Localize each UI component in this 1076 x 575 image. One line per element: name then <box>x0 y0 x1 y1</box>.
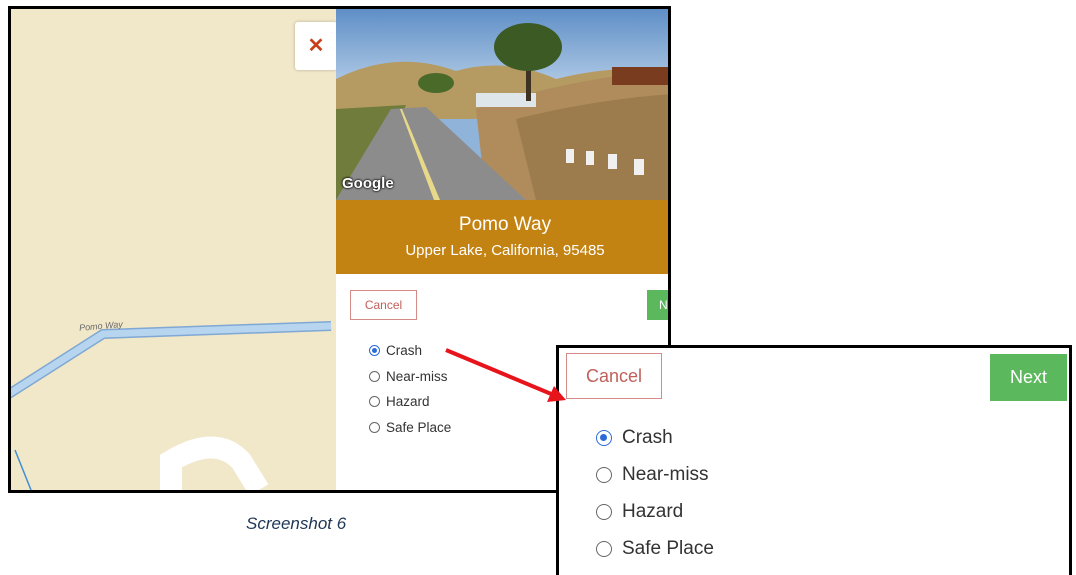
radio-icon[interactable] <box>369 396 380 408</box>
option-safe-place[interactable]: Safe Place <box>369 415 451 441</box>
option-label: Hazard <box>622 500 684 522</box>
map-canvas <box>11 9 336 490</box>
cancel-button[interactable]: Cancel <box>350 290 417 320</box>
zoom-cancel-button[interactable]: Cancel <box>566 353 662 399</box>
option-near-miss[interactable]: Near-miss <box>369 364 451 390</box>
location-city: Upper Lake, California, 95485 <box>405 242 605 259</box>
location-street: Pomo Way <box>458 214 552 235</box>
zoom-next-button[interactable]: Next <box>990 354 1067 401</box>
street-view-image[interactable]: Google <box>336 9 668 200</box>
report-type-options: Crash Near-miss Hazard Safe Place <box>369 338 451 440</box>
zoom-option-crash[interactable]: Crash <box>596 419 714 456</box>
option-label: Near-miss <box>622 463 709 485</box>
zoom-inset: Cancel Next Crash Near-miss Hazard Safe … <box>556 345 1072 575</box>
radio-icon[interactable] <box>596 503 612 520</box>
radio-icon[interactable] <box>596 466 612 483</box>
street-view-scene <box>336 9 668 200</box>
zoom-option-safe-place[interactable]: Safe Place <box>596 530 714 567</box>
close-icon: ✕ <box>307 35 325 57</box>
radio-selected-icon[interactable] <box>596 429 612 446</box>
option-hazard[interactable]: Hazard <box>369 389 451 415</box>
radio-icon[interactable] <box>596 540 612 557</box>
option-label: Safe Place <box>622 537 714 559</box>
zoom-option-hazard[interactable]: Hazard <box>596 493 714 530</box>
radio-selected-icon[interactable] <box>369 345 380 357</box>
zoom-report-type-options: Crash Near-miss Hazard Safe Place <box>596 419 714 567</box>
close-button[interactable]: ✕ <box>295 22 337 70</box>
option-label: Hazard <box>386 394 430 410</box>
option-crash[interactable]: Crash <box>369 338 451 364</box>
option-label: Safe Place <box>386 419 452 435</box>
radio-icon[interactable] <box>369 421 380 433</box>
location-banner: Pomo Way Upper Lake, California, 95485 <box>336 200 668 274</box>
option-label: Near-miss <box>386 368 448 384</box>
map-view[interactable]: Pomo Way <box>11 9 336 490</box>
next-button[interactable]: N <box>647 290 668 320</box>
option-label: Crash <box>386 343 423 359</box>
screenshot-caption: Screenshot 6 <box>246 514 347 533</box>
option-label: Crash <box>622 426 673 448</box>
radio-icon[interactable] <box>369 370 380 382</box>
zoom-option-near-miss[interactable]: Near-miss <box>596 456 714 493</box>
google-credit: Google <box>342 175 394 192</box>
